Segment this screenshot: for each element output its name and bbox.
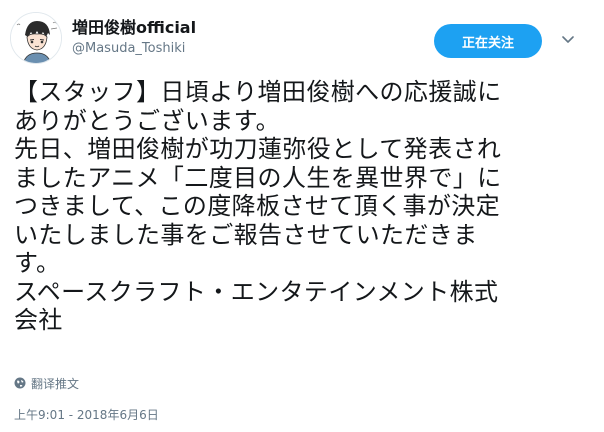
user-avatar-illustration-icon <box>11 13 61 63</box>
tweet-text-line: スペースクラフト・エンタテインメント株式 <box>14 277 499 306</box>
tweet-text-line: ありがとうございます。 <box>14 106 280 135</box>
following-button[interactable]: 正在关注 <box>434 24 542 58</box>
translate-tweet-link[interactable]: 翻译推文 <box>14 374 79 392</box>
tweet-text: 【スタッフ】日頃より増田俊樹への応援誠に ありがとうございます。 先日、増田俊樹… <box>14 78 594 335</box>
user-handle[interactable]: @Masuda_Toshiki <box>72 40 196 58</box>
display-name[interactable]: 増田俊樹official <box>72 18 196 38</box>
tweet-timestamp[interactable]: 上午9:01 - 2018年6月6日 <box>14 406 159 423</box>
tweet-card: 増田俊樹official @Masuda_Toshiki 正在关注 【スタッフ】… <box>0 0 604 432</box>
tweet-header: 増田俊樹official @Masuda_Toshiki 正在关注 <box>10 12 594 68</box>
tweet-text-line: ましたアニメ「二度目の人生を異世界で」に <box>14 163 502 192</box>
user-names: 増田俊樹official @Masuda_Toshiki <box>72 18 196 58</box>
translate-label[interactable]: 翻译推文 <box>31 375 79 392</box>
chevron-down-icon[interactable] <box>560 32 576 48</box>
tweet-text-line: す。 <box>14 249 61 277</box>
tweet-text-line: 【スタッフ】日頃より増田俊樹への応援誠に <box>14 78 502 106</box>
tweet-text-line: 会社 <box>14 306 63 334</box>
tweet-text-line: いたしました事をご報告させていただきま <box>14 220 478 249</box>
globe-icon <box>14 377 26 389</box>
user-avatar[interactable] <box>10 12 62 64</box>
tweet-text-line: つきまして、この度降板させて頂く事が決定 <box>14 192 501 220</box>
tweet-text-line: 先日、増田俊樹が功刀蓮弥役として発表され <box>14 135 502 163</box>
